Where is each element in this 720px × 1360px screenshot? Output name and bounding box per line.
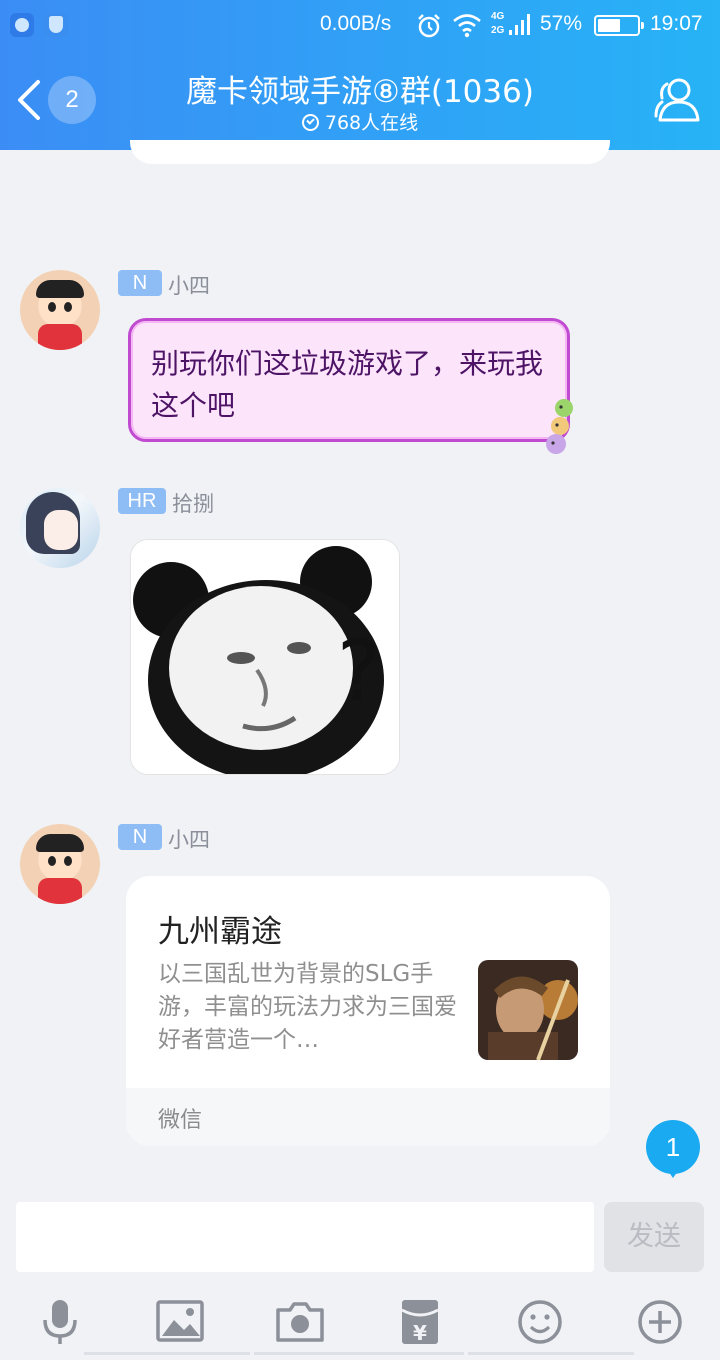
online-count[interactable]: 768人在线: [200, 108, 520, 135]
qq-notification-icon: [10, 13, 34, 37]
card-footer: 微信: [126, 1088, 610, 1146]
game-thumbnail-image: [478, 960, 578, 1060]
avatar[interactable]: [20, 824, 100, 904]
signal-4g-label: 4G: [491, 11, 505, 22]
sticker-image[interactable]: ?: [130, 539, 400, 775]
avatar[interactable]: [20, 488, 100, 568]
microphone-icon[interactable]: [30, 1298, 90, 1346]
card-source: 微信: [158, 1108, 203, 1133]
emoji-icon[interactable]: [510, 1298, 570, 1346]
send-button[interactable]: 发送: [604, 1202, 704, 1272]
chevron-down-icon: [301, 114, 319, 131]
group-title: 魔卡领域手游⑧群(1036): [186, 74, 534, 110]
wifi-icon: [453, 14, 481, 38]
camera-icon[interactable]: [270, 1298, 330, 1346]
member-level-tag: N: [118, 824, 162, 850]
message-input[interactable]: [16, 1202, 594, 1272]
security-shield-icon: [44, 13, 68, 37]
plus-icon[interactable]: [630, 1298, 690, 1346]
cell-signal-icon: [509, 14, 530, 35]
sender-name[interactable]: 小四: [168, 824, 210, 854]
sender-name[interactable]: 拾捌: [172, 488, 214, 518]
question-mark-text: ?: [337, 622, 382, 720]
online-count-label: 768人在线: [324, 112, 419, 134]
svg-text:¥: ¥: [413, 1321, 427, 1345]
status-bar: 0.00B/s 4G 2G 57% 19:07: [0, 0, 720, 52]
battery-icon: [594, 15, 644, 36]
new-message-badge[interactable]: 1: [646, 1120, 700, 1178]
member-level-tag: N: [118, 270, 162, 296]
toolbar-divider: [468, 1352, 634, 1355]
image-icon[interactable]: [150, 1298, 210, 1346]
chat-header: 0.00B/s 4G 2G 57% 19:07 2 魔卡领域手游⑧群(1036)…: [0, 0, 720, 150]
alarm-icon: [418, 14, 440, 38]
network-speed: 0.00B/s: [320, 12, 392, 35]
group-members-icon[interactable]: [650, 74, 704, 124]
shared-link-card[interactable]: 九州霸途 以三国乱世为背景的SLG手游，丰富的玩法力求为三国爱好者营造一个… 微…: [126, 876, 610, 1146]
panda-meme-sticker: ?: [131, 540, 399, 774]
input-bar: 发送 ¥: [0, 1188, 720, 1360]
card-title: 九州霸途: [158, 914, 282, 950]
card-description: 以三国乱世为背景的SLG手游，丰富的玩法力求为三国爱好者营造一个…: [158, 961, 457, 1053]
previous-message-bubble: [130, 140, 610, 164]
toolbar-divider: [254, 1352, 464, 1355]
unread-conversations-badge[interactable]: 2: [48, 76, 96, 124]
message-bubble[interactable]: 别玩你们这垃圾游戏了，来玩我这个吧: [128, 318, 570, 442]
toolbar-divider: [84, 1352, 250, 1355]
red-packet-icon[interactable]: ¥: [390, 1298, 450, 1346]
battery-percent: 57%: [540, 12, 583, 35]
back-arrow-icon[interactable]: [12, 76, 52, 124]
message-text: 别玩你们这垃圾游戏了，来玩我这个吧: [151, 347, 544, 422]
member-level-tag: HR: [118, 488, 166, 514]
bubble-decoration-icon: [546, 399, 573, 454]
sender-name[interactable]: 小四: [168, 270, 210, 300]
signal-2g-label: 2G: [491, 25, 505, 36]
avatar[interactable]: [20, 270, 100, 350]
clock: 19:07: [650, 12, 703, 35]
